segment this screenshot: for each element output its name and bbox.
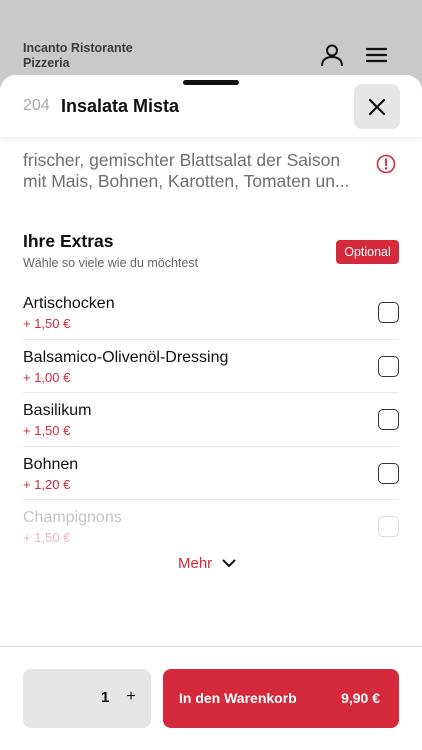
extra-checkbox[interactable]	[378, 302, 399, 323]
item-name: Insalata Mista	[61, 96, 180, 116]
order-footer: 1 + In den Warenkorb 9,90 €	[0, 646, 422, 750]
extra-name: Bohnen	[23, 455, 79, 473]
quantity-stepper[interactable]: 1 +	[23, 669, 151, 728]
close-button[interactable]	[354, 84, 400, 129]
extras-subtitle: Wähle so viele wie du möchtest	[23, 256, 199, 270]
extra-price: + 1,20 €	[23, 476, 71, 492]
show-more-button[interactable]: Mehr	[178, 552, 236, 574]
item-description: frischer, gemischter Blattsalat der Sais…	[23, 150, 350, 191]
restaurant-name: Incanto Ristorante Pizzeria	[23, 41, 133, 70]
hamburger-menu-icon[interactable]	[364, 42, 390, 68]
extra-name: Artischocken	[23, 295, 115, 312]
user-icon[interactable]	[319, 42, 345, 68]
extra-option[interactable]: Artischocken + 1,50 €	[23, 286, 399, 340]
extra-option[interactable]: Bohnen + 1,20 €	[23, 447, 399, 500]
sheet-title-bar: 204 Insalata Mista	[0, 75, 422, 137]
cart-total-price: 9,90 €	[341, 690, 380, 706]
item-number: 204	[23, 97, 50, 114]
extra-name: Basilikum	[23, 402, 92, 419]
product-sheet: 204 Insalata Mista frischer, gemischter …	[0, 75, 422, 750]
add-to-cart-button[interactable]: In den Warenkorb 9,90 €	[163, 669, 399, 728]
extra-checkbox[interactable]	[378, 409, 399, 430]
quantity-value: 1	[101, 689, 110, 706]
extra-checkbox[interactable]	[378, 516, 399, 537]
extra-option[interactable]: Champignons + 1,50 €	[23, 500, 399, 554]
optional-badge: Optional	[336, 240, 399, 264]
sheet-grabber-handle[interactable]	[183, 80, 239, 85]
extras-title: Ihre Extras	[23, 231, 114, 251]
extra-option[interactable]: Basilikum + 1,50 €	[23, 393, 399, 447]
extra-name: Balsamico-Olivenöl-Dressing	[23, 348, 229, 366]
extra-price: + 1,50 €	[23, 423, 71, 438]
info-icon[interactable]	[376, 154, 396, 174]
add-to-cart-label: In den Warenkorb	[179, 690, 297, 706]
extra-price: + 1,00 €	[23, 369, 71, 385]
extra-price: + 1,50 €	[23, 530, 71, 545]
extra-checkbox[interactable]	[378, 355, 399, 377]
chevron-down-icon	[222, 559, 236, 567]
extra-checkbox[interactable]	[378, 462, 399, 484]
extra-name: Champignons	[23, 509, 122, 526]
extra-option[interactable]: Balsamico-Olivenöl-Dressing + 1,00 €	[23, 340, 399, 393]
extra-price: + 1,50 €	[23, 316, 71, 331]
show-more-label: Mehr	[178, 554, 213, 572]
extras-list: Artischocken + 1,50 € Balsamico-Olivenöl…	[23, 286, 399, 554]
quantity-increase-button[interactable]: +	[121, 688, 141, 706]
close-icon	[368, 98, 386, 115]
